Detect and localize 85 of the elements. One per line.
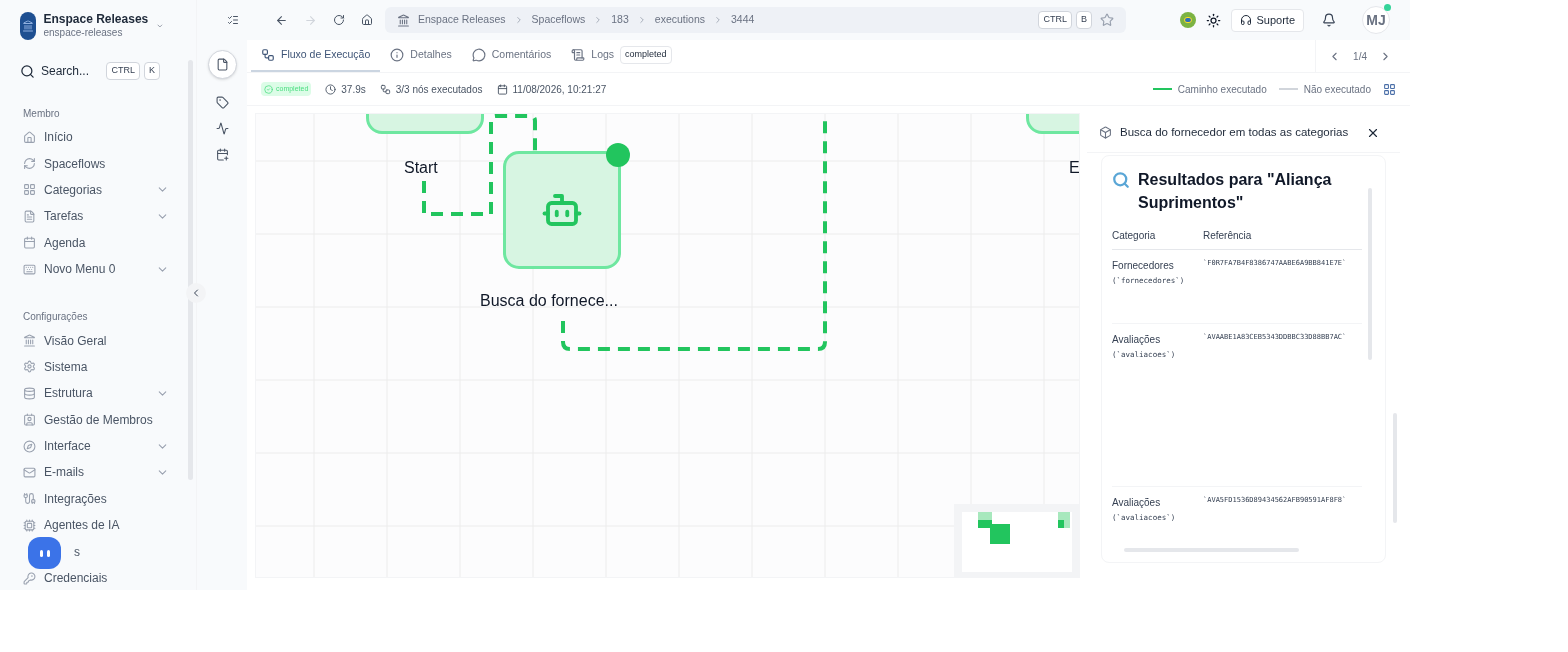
sidebar-item[interactable]: Spaceflows <box>0 150 196 177</box>
document-button[interactable] <box>207 50 237 79</box>
sidebar-item[interactable]: Integrações <box>0 485 196 513</box>
avatar[interactable]: MJ <box>1362 6 1390 34</box>
legend-label: Caminho executado <box>1177 82 1267 97</box>
support-button[interactable]: Suporte <box>1231 8 1304 32</box>
node-label: E <box>1069 158 1079 178</box>
workspace-slug: enspace-releases <box>43 27 124 40</box>
column-header: Referência <box>1203 229 1252 243</box>
tag-icon[interactable] <box>215 96 229 109</box>
calendar-icon <box>496 83 508 95</box>
address-bar[interactable]: Enspace Releases Spaceflows 183 executions 3444 CTRL B <box>385 7 1126 33</box>
collapse-button[interactable] <box>186 283 206 303</box>
tab-icon <box>261 48 275 62</box>
status-badge: completed <box>620 46 672 64</box>
node-label: Busca do fornece... <box>480 291 618 311</box>
section-title: Membro <box>22 107 61 121</box>
search-field[interactable]: Search... <box>41 62 90 80</box>
category-cell-text: Avaliações <box>1112 333 1162 347</box>
breadcrumb-item[interactable]: Spaceflows <box>531 12 586 28</box>
check-circle-icon <box>264 84 273 94</box>
clock-icon <box>325 83 337 95</box>
magnifier-icon <box>1112 171 1130 189</box>
headset-icon <box>1240 14 1253 26</box>
calendar-add-icon[interactable] <box>215 148 229 161</box>
tab-icon <box>390 48 405 62</box>
panel-title: Busca do fornecedor em todas as categorias <box>1120 124 1349 140</box>
sidebar-item[interactable]: Credenciais <box>0 564 196 592</box>
search-icon <box>20 63 35 79</box>
sidebar-item[interactable]: Estrutura <box>0 380 196 407</box>
reload-icon[interactable] <box>333 14 345 26</box>
shortcut-key: B <box>1076 11 1092 29</box>
nodes-text: 3/3 nós executados <box>379 81 483 97</box>
breadcrumb-item[interactable]: Enspace Releases <box>418 12 506 28</box>
sidebar-item[interactable]: Sistema <box>0 353 196 381</box>
workspace-name: Enspace Releases <box>43 12 149 28</box>
sun-icon[interactable] <box>1206 12 1222 28</box>
column-header: Categoria <box>1112 229 1157 243</box>
sidebar-item[interactable]: Interface <box>0 432 196 460</box>
sidebar-item[interactable]: Agenda <box>0 229 196 256</box>
shortcut-key: CTRL <box>106 62 140 80</box>
nodes-icon <box>379 83 391 95</box>
sidebar-item[interactable]: E-mails <box>0 459 196 486</box>
sidebar-item[interactable]: Agentes de IA <box>0 512 196 539</box>
flow-node[interactable] <box>503 151 621 269</box>
star-icon[interactable] <box>1100 13 1114 27</box>
tab[interactable]: Comentários <box>461 40 562 72</box>
sidebar-item[interactable]: Início <box>0 124 196 151</box>
bank-icon <box>397 13 410 27</box>
category-cell-text: Avaliações <box>1112 496 1162 510</box>
bell-icon[interactable] <box>1322 13 1336 27</box>
legend-label: Não executado <box>1303 82 1371 97</box>
pager-text: 1/4 <box>1353 49 1367 64</box>
separator-icon <box>713 15 723 25</box>
sidebar-item[interactable]: Gestão de Membros <box>0 406 196 433</box>
date-text: 11/08/2026, 10:21:27 <box>496 81 607 97</box>
sidebar-item[interactable]: Visão Geral <box>0 327 196 354</box>
duration-text: 37.9s <box>325 81 366 97</box>
shortcut-key: K <box>144 62 160 80</box>
tab[interactable]: Fluxo de Execução <box>251 40 381 72</box>
home-icon[interactable] <box>361 14 373 26</box>
tab-icon <box>471 48 486 62</box>
breadcrumb-item[interactable]: 3444 <box>731 12 755 28</box>
breadcrumb-item[interactable]: executions <box>654 12 705 28</box>
activity-icon[interactable] <box>215 122 229 135</box>
section-title: Configurações <box>22 310 89 325</box>
tab[interactable]: Logs completed <box>561 40 682 72</box>
breadcrumb-item[interactable]: 183 <box>611 12 629 28</box>
sidebar-item[interactable]: Novo Menu 0 <box>0 255 196 283</box>
node-label: Start <box>404 158 438 178</box>
back-icon[interactable] <box>275 13 288 27</box>
chat-bubble-button[interactable] <box>28 537 61 569</box>
cube-icon <box>1099 126 1112 139</box>
grid-icon[interactable] <box>1383 82 1396 96</box>
category-cell-text: Fornecedores <box>1112 259 1175 273</box>
tab[interactable]: Detalhes <box>380 40 462 72</box>
tab-icon <box>571 48 586 62</box>
document-icon <box>215 58 229 71</box>
sidebar-item[interactable]: s <box>0 538 196 565</box>
sidebar-item[interactable]: Tarefas <box>0 203 196 230</box>
workspace-logo[interactable] <box>20 12 36 40</box>
shortcut-key: CTRL <box>1038 11 1072 29</box>
flag-icon[interactable] <box>1180 12 1197 28</box>
sidebar-item[interactable]: Categorias <box>0 176 196 204</box>
result-heading: Resultados para "Aliança Suprimentos" <box>1138 170 1333 213</box>
